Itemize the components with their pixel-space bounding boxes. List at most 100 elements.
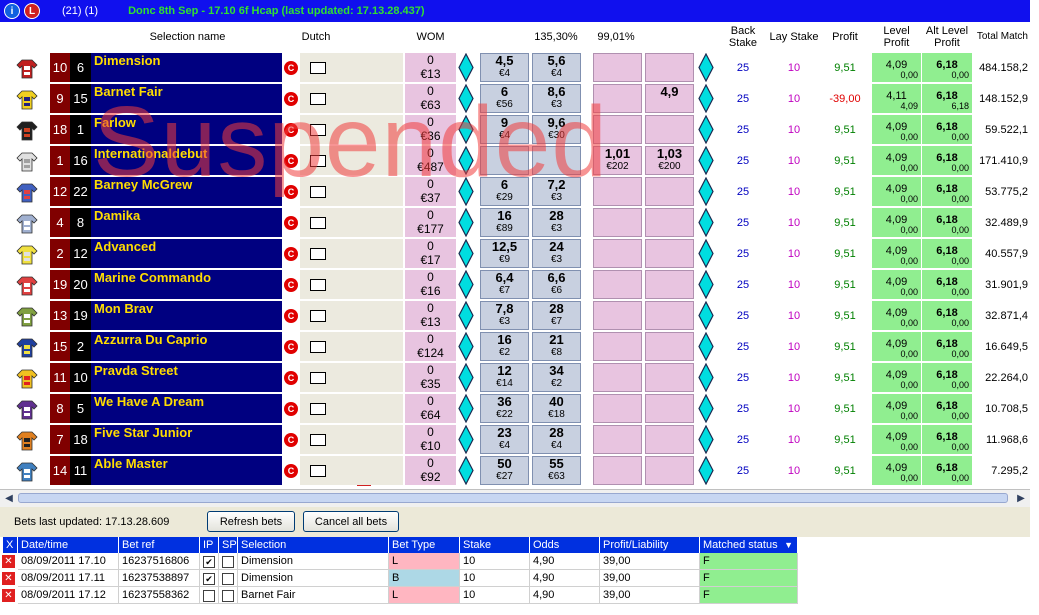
- lay-price-2[interactable]: 4,9: [645, 84, 694, 113]
- header-lay-stake[interactable]: Lay Stake: [769, 22, 819, 52]
- back-stake[interactable]: 25: [718, 84, 768, 113]
- lay-stake[interactable]: 10: [769, 84, 819, 113]
- lay-price-1[interactable]: [593, 53, 642, 82]
- back-diamond-icon[interactable]: [458, 52, 474, 83]
- lay-price-2[interactable]: [645, 208, 694, 237]
- lay-price-2[interactable]: [645, 394, 694, 423]
- back-stake[interactable]: 25: [718, 177, 768, 206]
- back-diamond-icon[interactable]: [458, 269, 474, 300]
- ip-checkbox[interactable]: [203, 590, 215, 602]
- lay-price-1[interactable]: 1,01 €202: [593, 146, 642, 175]
- lay-diamond-icon[interactable]: [698, 207, 714, 238]
- back-price-2[interactable]: 9 €4: [480, 115, 529, 144]
- back-price-1[interactable]: 28 €3: [532, 208, 581, 237]
- dutch-checkbox[interactable]: [310, 186, 326, 198]
- selection-name[interactable]: Five Star Junior: [91, 425, 282, 454]
- lay-diamond-icon[interactable]: [698, 455, 714, 486]
- ip-checkbox[interactable]: ✔: [203, 573, 215, 585]
- header-alt-level-profit[interactable]: Alt Level Profit: [922, 22, 972, 52]
- back-diamond-icon[interactable]: [458, 362, 474, 393]
- lay-stake[interactable]: 10: [769, 208, 819, 237]
- c-icon[interactable]: C: [284, 433, 298, 447]
- bet-row[interactable]: ✕ 08/09/2011 17.10 16237516806 Dimension 10 4…: [0, 553, 1030, 570]
- back-diamond-icon[interactable]: [458, 300, 474, 331]
- dutch-checkbox[interactable]: [310, 310, 326, 322]
- back-price-1[interactable]: [532, 146, 581, 175]
- back-diamond-icon[interactable]: [458, 207, 474, 238]
- dutch-checkbox[interactable]: [310, 341, 326, 353]
- scroll-thumb[interactable]: [18, 493, 1008, 503]
- lay-diamond-icon[interactable]: [698, 362, 714, 393]
- lay-price-2[interactable]: 1,03 €200: [645, 146, 694, 175]
- lay-price-1[interactable]: [593, 456, 642, 485]
- runner-row[interactable]: 4 8 Damika C 0 €177 16 €89 28 €3 25 10 9,51 4,09 0,00 6…: [0, 207, 1030, 238]
- level-profit[interactable]: 4,09 0,00: [872, 301, 921, 330]
- dutch-checkbox[interactable]: [310, 434, 326, 446]
- lay-diamond-icon[interactable]: [698, 145, 714, 176]
- selection-name[interactable]: Able Master: [91, 456, 371, 486]
- back-price-1[interactable]: 34 €2: [532, 363, 581, 392]
- cancel-bet-icon[interactable]: ✕: [2, 555, 15, 568]
- bets-header-stake[interactable]: Stake: [460, 537, 530, 553]
- dutch-checkbox[interactable]: [310, 93, 326, 105]
- back-price-2[interactable]: 12,5 €9: [480, 239, 529, 268]
- level-profit[interactable]: 4,09 0,00: [872, 363, 921, 392]
- bets-header-ip[interactable]: IP: [200, 537, 219, 553]
- lay-price-1[interactable]: [593, 394, 642, 423]
- lay-price-1[interactable]: [593, 301, 642, 330]
- lay-diamond-icon[interactable]: [698, 300, 714, 331]
- level-profit[interactable]: 4,09 0,00: [872, 177, 921, 206]
- back-price-1[interactable]: 24 €3: [532, 239, 581, 268]
- level-profit[interactable]: 4,09 0,00: [872, 456, 921, 485]
- runner-row[interactable]: 19 20 Marine Commando C 0 €16 6,4 €7 6,6 €6 25 10 9,…: [0, 269, 1030, 300]
- lay-diamond-icon[interactable]: [698, 176, 714, 207]
- selection-name[interactable]: Damika: [91, 208, 282, 237]
- runner-row[interactable]: 8 5 We Have A Dream C 0 €64 36 €22 40 €18 25 10 9,51…: [0, 393, 1030, 424]
- lay-price-2[interactable]: [645, 177, 694, 206]
- header-level-profit[interactable]: Level Profit: [872, 22, 921, 52]
- lay-stake[interactable]: 10: [769, 456, 819, 485]
- cancel-all-bets-button[interactable]: Cancel all bets: [303, 511, 399, 532]
- dutch-checkbox[interactable]: [310, 62, 326, 74]
- scroll-right-icon[interactable]: ▶: [1014, 492, 1028, 505]
- level-profit[interactable]: 4,11 4,09: [872, 84, 921, 113]
- back-price-2[interactable]: 6,4 €7: [480, 270, 529, 299]
- back-price-1[interactable]: 5,6 €4: [532, 53, 581, 82]
- alt-level-profit[interactable]: 6,18 0,00: [922, 301, 972, 330]
- back-diamond-icon[interactable]: [458, 176, 474, 207]
- level-profit[interactable]: 4,09 0,00: [872, 394, 921, 423]
- bets-header-sp[interactable]: SP: [219, 537, 238, 553]
- back-price-2[interactable]: 12 €14: [480, 363, 529, 392]
- alt-level-profit[interactable]: 6,18 0,00: [922, 115, 972, 144]
- alt-level-profit[interactable]: 6,18 0,00: [922, 425, 972, 454]
- alt-level-profit[interactable]: 6,18 0,00: [922, 208, 972, 237]
- bets-header-profit-liability[interactable]: Profit/Liability: [600, 537, 700, 553]
- back-price-1[interactable]: 28 €7: [532, 301, 581, 330]
- header-profit[interactable]: Profit: [820, 22, 870, 52]
- selection-name[interactable]: Internationaldebut1: [91, 146, 370, 175]
- lay-stake[interactable]: 10: [769, 115, 819, 144]
- alt-level-profit[interactable]: 6,18 0,00: [922, 456, 972, 485]
- back-stake[interactable]: 25: [718, 456, 768, 485]
- selection-name[interactable]: Pravda Street: [91, 363, 282, 392]
- alt-level-profit[interactable]: 6,18 0,00: [922, 177, 972, 206]
- c-icon[interactable]: C: [284, 123, 298, 137]
- back-price-1[interactable]: 8,6 €3: [532, 84, 581, 113]
- runner-row[interactable]: 15 2 Azzurra Du Caprio C 0 €124 16 €2 21 €8 25 10 9,…: [0, 331, 1030, 362]
- dutch-checkbox[interactable]: [310, 279, 326, 291]
- dutch-checkbox[interactable]: [310, 465, 326, 477]
- runner-row[interactable]: 7 18 Five Star Junior C 0 €10 23 €4 28 €4 25 10 9,51…: [0, 424, 1030, 455]
- back-stake[interactable]: 25: [718, 146, 768, 175]
- selection-name[interactable]: Advanced: [91, 239, 282, 268]
- selection-name[interactable]: Dimension: [91, 53, 282, 82]
- c-icon[interactable]: C: [284, 247, 298, 261]
- lay-price-2[interactable]: [645, 332, 694, 361]
- bets-header-selection[interactable]: Selection: [238, 537, 389, 553]
- level-profit[interactable]: 4,09 0,00: [872, 208, 921, 237]
- lay-diamond-icon[interactable]: [698, 83, 714, 114]
- runner-row[interactable]: 10 6 Dimension C 0 €13 4,5 €4 5,6 €4 25 10 9,51 4,09 0…: [0, 52, 1030, 83]
- back-price-1[interactable]: 6,6 €6: [532, 270, 581, 299]
- sp-checkbox[interactable]: [222, 556, 234, 568]
- bets-header-bet-type[interactable]: Bet Type: [389, 537, 460, 553]
- c-icon[interactable]: C: [284, 464, 298, 478]
